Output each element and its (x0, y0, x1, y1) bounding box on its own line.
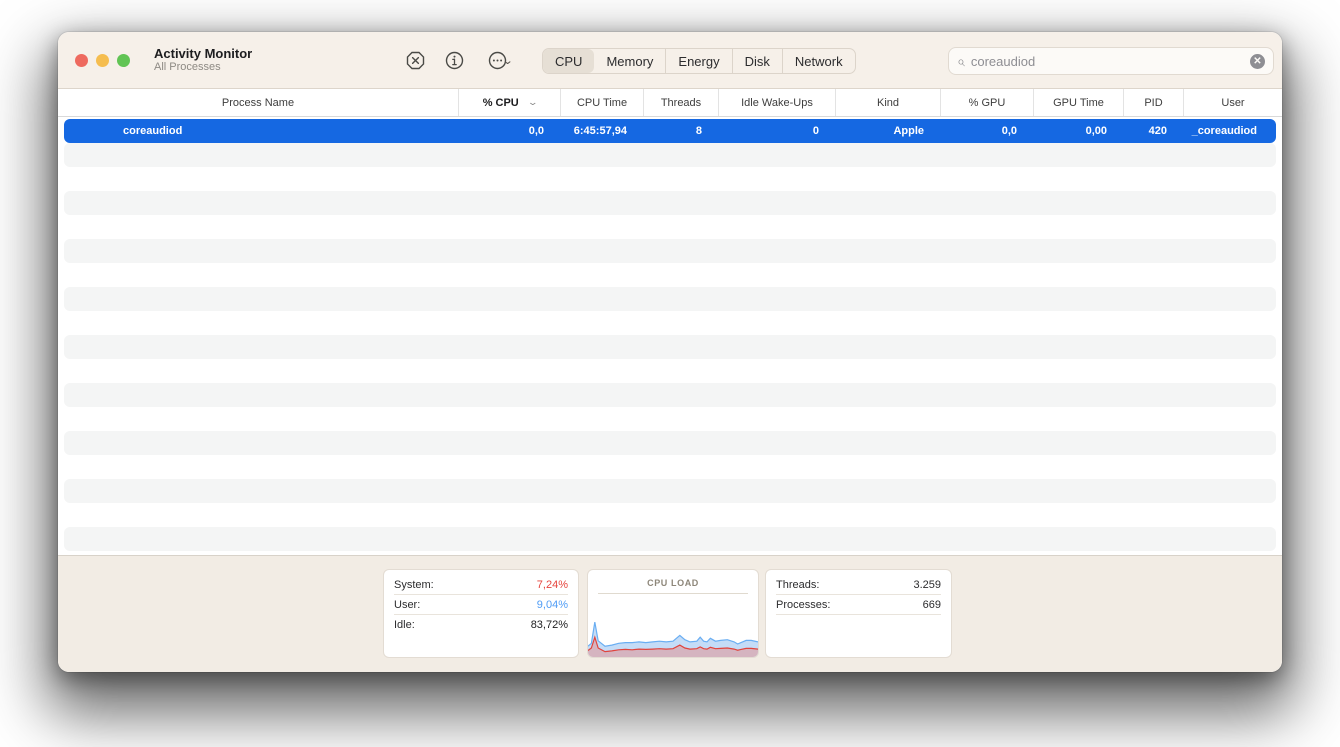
cell-cpu-percent: 0,0 (458, 125, 560, 137)
stop-x-octagon-icon (406, 51, 425, 70)
table-row-empty[interactable] (64, 455, 1276, 479)
tab-network[interactable]: Network (782, 49, 855, 73)
table-header: Process Name % CPU⌄ CPU Time Threads Idl… (58, 89, 1282, 117)
stat-value: 669 (923, 599, 941, 611)
cell-gpu-percent: 0,0 (940, 125, 1033, 137)
table-row-empty[interactable] (64, 503, 1276, 527)
column-header-idle-wake-ups[interactable]: Idle Wake-Ups (718, 89, 835, 116)
search-field[interactable]: ⌕ coreaudiod ✕ (948, 47, 1274, 75)
cpu-load-title: CPU LOAD (588, 570, 758, 588)
window-subtitle: All Processes (154, 61, 252, 74)
stat-value: 7,24% (537, 579, 568, 591)
cpu-load-divider (598, 593, 748, 594)
column-header-cpu-percent[interactable]: % CPU⌄ (458, 89, 560, 116)
more-options-button[interactable]: ⌄ (480, 47, 520, 74)
table-row-empty[interactable] (64, 191, 1276, 215)
tab-disk[interactable]: Disk (732, 49, 782, 73)
tab-cpu[interactable]: CPU (543, 49, 594, 73)
stat-label: Processes: (776, 599, 830, 611)
toolbar-buttons: ⌄ (402, 32, 520, 89)
cell-pid: 420 (1123, 125, 1183, 137)
table-row-empty[interactable] (64, 383, 1276, 407)
table-row-empty[interactable] (64, 359, 1276, 383)
window-controls (75, 54, 130, 67)
cell-idle-wake-ups: 0 (718, 125, 835, 137)
close-window-button[interactable] (75, 54, 88, 67)
table-row-empty[interactable] (64, 527, 1276, 551)
stat-value: 9,04% (537, 599, 568, 611)
footer-stats-panel: System: 7,24% User: 9,04% Idle: 83,72% C… (58, 555, 1282, 672)
stat-value: 83,72% (531, 619, 568, 631)
stat-row-user: User: 9,04% (394, 595, 568, 615)
table-row-empty[interactable] (64, 167, 1276, 191)
table-row-coreaudiod[interactable]: coreaudiod 0,0 6:45:57,94 8 0 Apple 0,0 … (64, 119, 1276, 143)
table-row-empty[interactable] (64, 143, 1276, 167)
cell-gpu-time: 0,00 (1033, 125, 1123, 137)
table-row-empty[interactable] (64, 335, 1276, 359)
stat-row-idle: Idle: 83,72% (394, 615, 568, 635)
info-circle-icon (445, 51, 464, 70)
cell-threads: 8 (643, 125, 718, 137)
cell-cpu-time: 6:45:57,94 (560, 125, 643, 137)
clear-search-button[interactable]: ✕ (1250, 54, 1265, 69)
search-input-value[interactable]: coreaudiod (971, 54, 1250, 69)
stat-label: Idle: (394, 619, 415, 631)
table-row-empty[interactable] (64, 407, 1276, 431)
window-title: Activity Monitor (154, 46, 252, 61)
table-row-empty[interactable] (64, 287, 1276, 311)
column-header-user[interactable]: User (1183, 89, 1282, 116)
cpu-load-graph (588, 621, 758, 657)
column-header-kind[interactable]: Kind (835, 89, 940, 116)
column-header-pid[interactable]: PID (1123, 89, 1183, 116)
tab-energy[interactable]: Energy (665, 49, 731, 73)
table-row-empty[interactable] (64, 215, 1276, 239)
stat-row-processes: Processes: 669 (776, 595, 941, 615)
activity-monitor-window: Activity Monitor All Processes (58, 32, 1282, 672)
tab-memory[interactable]: Memory (594, 49, 665, 73)
window-title-block: Activity Monitor All Processes (154, 46, 252, 74)
cpu-load-box: CPU LOAD (587, 569, 759, 658)
column-header-process-name[interactable]: Process Name (58, 89, 458, 116)
table-row-empty[interactable] (64, 263, 1276, 287)
table-row-empty[interactable] (64, 239, 1276, 263)
view-tabs: CPU Memory Energy Disk Network (542, 48, 856, 74)
chevron-down-icon: ⌄ (502, 54, 514, 67)
table-row-empty[interactable] (64, 311, 1276, 335)
table-row-empty[interactable] (64, 479, 1276, 503)
cell-process-name: coreaudiod (64, 125, 458, 137)
search-icon: ⌕ (957, 53, 965, 70)
stat-row-system: System: 7,24% (394, 575, 568, 595)
column-header-cpu-time[interactable]: CPU Time (560, 89, 643, 116)
column-header-threads[interactable]: Threads (643, 89, 718, 116)
process-counts-box: Threads: 3.259 Processes: 669 (765, 569, 952, 658)
stat-label: System: (394, 579, 434, 591)
quit-process-button[interactable] (402, 47, 429, 74)
stat-value: 3.259 (913, 579, 941, 591)
empty-row-stripes (64, 143, 1276, 551)
column-header-gpu-time[interactable]: GPU Time (1033, 89, 1123, 116)
titlebar: Activity Monitor All Processes (58, 32, 1282, 89)
zoom-window-button[interactable] (117, 54, 130, 67)
column-header-gpu-percent[interactable]: % GPU (940, 89, 1033, 116)
minimize-window-button[interactable] (96, 54, 109, 67)
stat-label: User: (394, 599, 420, 611)
process-table-body: coreaudiod 0,0 6:45:57,94 8 0 Apple 0,0 … (58, 117, 1282, 552)
cell-kind: Apple (835, 125, 940, 137)
stat-row-threads: Threads: 3.259 (776, 575, 941, 595)
cell-user: _coreaudiod (1183, 125, 1276, 137)
table-row-empty[interactable] (64, 431, 1276, 455)
inspect-process-button[interactable] (441, 47, 468, 74)
stat-label: Threads: (776, 579, 819, 591)
sort-chevron-down-icon: ⌄ (527, 97, 538, 108)
cpu-usage-box: System: 7,24% User: 9,04% Idle: 83,72% (383, 569, 579, 658)
